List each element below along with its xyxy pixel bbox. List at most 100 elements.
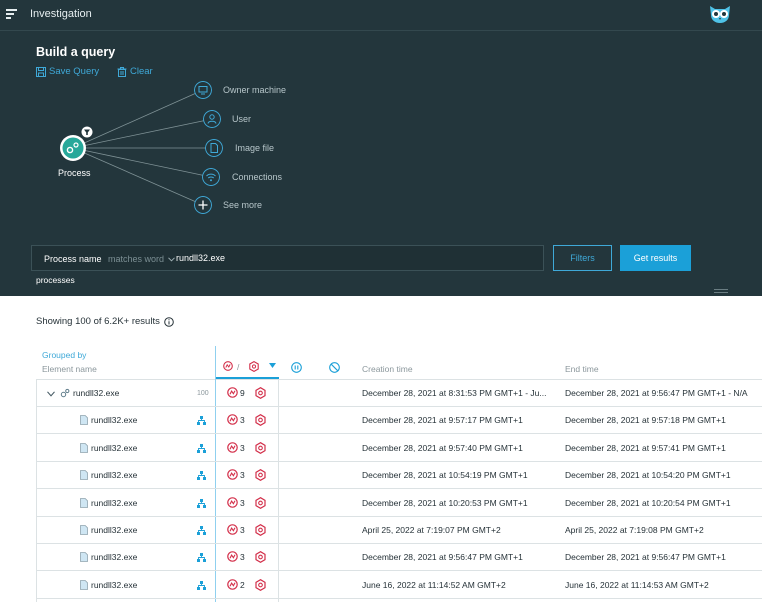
file-icon [80, 525, 88, 535]
process-node-label: Process [58, 168, 91, 178]
element-name[interactable]: rundll32.exe [73, 380, 119, 407]
query-value[interactable]: rundll32.exe [176, 253, 225, 263]
user-label[interactable]: User [232, 114, 251, 124]
creation-time: December 28, 2021 at 8:31:53 PM GMT+1 - … [362, 388, 547, 398]
table-row[interactable]: rundll32.exe 3 December 28, 2021 at 10:20:… [36, 490, 762, 517]
save-query-button[interactable]: Save Query [36, 66, 99, 77]
user-icon[interactable] [203, 110, 221, 128]
operator-label: matches word [108, 254, 165, 264]
malop-count-icon [227, 387, 238, 398]
creation-time-header[interactable]: Creation time [362, 364, 413, 374]
hierarchy-icon[interactable] [197, 416, 206, 426]
file-icon [80, 497, 88, 508]
creation-time: December 28, 2021 at 10:54:19 PM GMT+1 [362, 470, 528, 481]
suspicion-hex-icon[interactable] [249, 361, 259, 372]
hierarchy-icon[interactable] [197, 443, 206, 453]
end-time: December 28, 2021 at 10:20:54 PM GMT+1 [565, 497, 731, 508]
malop-count: 3 [240, 470, 245, 481]
process-node[interactable] [59, 134, 87, 162]
end-time: April 25, 2022 at 7:19:08 PM GMT+2 [565, 525, 704, 535]
creation-time: June 16, 2022 at 11:14:52 AM GMT+2 [362, 579, 506, 590]
file-icon [80, 442, 88, 453]
file-icon[interactable] [205, 139, 223, 157]
pause-circle-icon[interactable] [291, 362, 302, 373]
connections-label[interactable]: Connections [232, 172, 282, 182]
table-row[interactable]: rundll32.exe 3 December 28, 2021 at 9:57:1… [36, 407, 762, 435]
query-builder-panel: Build a query Save Query Clear Process O… [0, 31, 762, 296]
element-name[interactable]: rundll32.exe [91, 490, 137, 517]
hierarchy-icon[interactable] [197, 553, 206, 563]
query-input[interactable]: Process name matches word rundll32.exe [31, 245, 544, 271]
hierarchy-icon[interactable] [197, 580, 206, 590]
malop-count: 3 [240, 415, 245, 426]
child-count: 100 [197, 390, 209, 397]
creation-time: December 28, 2021 at 9:57:40 PM GMT+1 [362, 442, 523, 453]
table-row[interactable]: rundll32.exe 3 April 25, 2022 at 7:19:07 P… [36, 517, 762, 544]
element-name[interactable]: rundll32.exe [91, 572, 137, 599]
suspicion-hex-icon [255, 551, 266, 564]
filter-icon[interactable] [81, 126, 93, 138]
creation-time: December 28, 2021 at 10:20:53 PM GMT+1 [362, 497, 528, 508]
save-query-label: Save Query [49, 66, 100, 77]
filters-button[interactable]: Filters [553, 245, 612, 271]
image-file-label[interactable]: Image file [235, 143, 274, 153]
resize-handle[interactable] [714, 289, 728, 293]
see-more-label[interactable]: See more [223, 200, 262, 210]
malop-count: 3 [240, 497, 245, 508]
table-row[interactable]: rundll32.exe 3 December 28, 2021 at 9:57:4… [36, 435, 762, 462]
hierarchy-icon[interactable] [197, 471, 206, 481]
table-row[interactable]: rundll32.exe 100 9 December 28, 2021 at 8:3… [36, 380, 762, 407]
file-icon [80, 415, 88, 426]
get-results-button[interactable]: Get results [620, 245, 691, 271]
suspicion-hex-icon [255, 496, 266, 509]
suspicion-hex-icon [255, 578, 266, 591]
owner-machine-label[interactable]: Owner machine [223, 85, 286, 95]
table-row[interactable]: rundll32.exe 3 December 28, 2021 at 10:54:… [36, 462, 762, 490]
monitor-icon[interactable] [194, 81, 212, 99]
malop-count-icon[interactable] [223, 361, 233, 371]
chevron-down-icon[interactable] [47, 391, 55, 397]
malop-count: 3 [240, 442, 245, 453]
chevron-down-icon [167, 257, 175, 262]
wifi-icon[interactable] [202, 168, 220, 186]
operator-select[interactable]: matches word [108, 254, 175, 264]
top-bar: Investigation [0, 0, 762, 31]
element-name[interactable]: rundll32.exe [91, 462, 137, 489]
element-name[interactable]: rundll32.exe [91, 517, 137, 544]
end-time: December 28, 2021 at 9:57:18 PM GMT+1 [565, 415, 726, 426]
suspicion-hex-icon [255, 524, 266, 536]
malop-count-icon [227, 469, 238, 480]
table-row[interactable]: rundll32.exe 2 June 16, 2022 at 11:14:52 A… [36, 572, 762, 599]
malop-count: 3 [240, 525, 245, 535]
malop-count-icon [227, 578, 238, 590]
file-icon [80, 470, 88, 481]
malop-count: 3 [240, 552, 245, 563]
hierarchy-icon[interactable] [197, 526, 206, 535]
hierarchy-icon[interactable] [197, 498, 206, 508]
end-time: December 28, 2021 at 10:54:20 PM GMT+1 [565, 470, 731, 481]
plus-icon[interactable] [194, 196, 212, 214]
save-icon [36, 66, 46, 77]
malop-count-icon [227, 551, 238, 563]
malop-count-icon [227, 496, 238, 508]
malop-count: 9 [240, 388, 245, 398]
file-icon [80, 579, 88, 590]
clear-button[interactable]: Clear [117, 66, 153, 77]
element-name[interactable]: rundll32.exe [91, 544, 137, 571]
element-name-header[interactable]: Element name [42, 364, 97, 374]
app-title: Investigation [30, 8, 92, 20]
block-icon[interactable] [329, 362, 340, 373]
field-name[interactable]: Process name [44, 254, 102, 264]
element-name[interactable]: rundll32.exe [91, 407, 137, 434]
menu-icon[interactable] [6, 9, 17, 19]
info-icon[interactable] [164, 316, 174, 327]
end-time-header[interactable]: End time [565, 364, 599, 374]
creation-time: April 25, 2022 at 7:19:07 PM GMT+2 [362, 525, 501, 535]
malop-count-icon [227, 524, 238, 535]
suspicion-hex-icon [255, 441, 266, 454]
grouped-by-link[interactable]: Grouped by [42, 350, 86, 360]
result-type-label: processes [36, 275, 75, 285]
table-row[interactable]: rundll32.exe 3 December 28, 2021 at 9:56:4… [36, 544, 762, 572]
sort-desc-icon[interactable] [269, 363, 276, 368]
element-name[interactable]: rundll32.exe [91, 435, 137, 462]
